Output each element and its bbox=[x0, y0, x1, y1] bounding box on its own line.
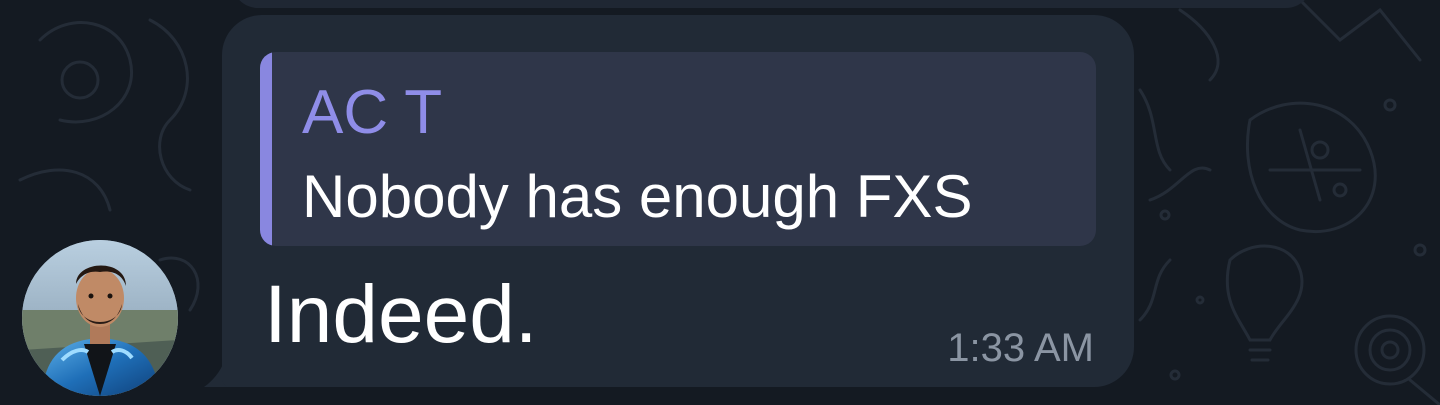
reply-accent-bar bbox=[260, 52, 272, 246]
message-timestamp: 1:33 AM bbox=[947, 326, 1094, 370]
message-text: Indeed. bbox=[264, 269, 538, 360]
previous-message-bubble-edge bbox=[232, 0, 1312, 8]
reply-text: Nobody has enough FXS bbox=[302, 163, 973, 230]
avatar-photo-icon bbox=[22, 240, 178, 396]
avatar[interactable] bbox=[22, 240, 178, 396]
chat-background: AC T Nobody has enough FXS Indeed. 1:33 … bbox=[0, 0, 1440, 405]
reply-quote[interactable]: AC T Nobody has enough FXS bbox=[260, 52, 1096, 246]
reply-author: AC T bbox=[302, 78, 443, 147]
